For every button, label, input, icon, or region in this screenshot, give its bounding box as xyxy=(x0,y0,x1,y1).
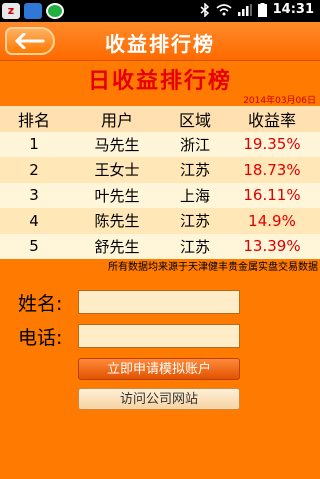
z-app-icon: z xyxy=(2,3,20,19)
table-row: 3 叶先生 上海 16.11% xyxy=(0,182,320,208)
col-header-yield: 收益率 xyxy=(247,110,296,130)
table-row: 1 马先生 浙江 19.35% xyxy=(0,131,320,157)
visit-website-button[interactable]: 访问公司网站 xyxy=(78,388,240,410)
yield-cell: 14.9% xyxy=(248,211,296,230)
table-row: 4 陈先生 江苏 14.9% xyxy=(0,208,320,234)
phone-input[interactable] xyxy=(78,324,240,348)
rank-cell: 1 xyxy=(29,135,39,154)
user-cell: 马先生 xyxy=(94,135,140,154)
yield-cell: 13.39% xyxy=(243,237,301,256)
col-header-user: 用户 xyxy=(100,110,133,130)
status-bar: z 14:31 xyxy=(0,0,320,22)
chat-app-icon xyxy=(24,3,42,19)
green-app-icon xyxy=(46,3,64,19)
yield-cell: 19.35% xyxy=(243,135,301,154)
region-cell: 上海 xyxy=(179,186,210,205)
region-cell: 浙江 xyxy=(179,135,210,154)
table-row: 2 王女士 江苏 18.73% xyxy=(0,157,320,183)
ranking-table: 排名 用户 区域 收益率 1 马先生 浙江 19.35% 2 王女士 江苏 18… xyxy=(0,106,320,259)
wifi-icon xyxy=(216,3,232,15)
rank-cell: 4 xyxy=(29,211,39,230)
page-title: 收益排行榜 xyxy=(105,32,215,56)
user-cell: 叶先生 xyxy=(94,186,140,205)
ranking-date: 2014年03月06日 xyxy=(243,96,316,106)
table-header-row: 排名 用户 区域 收益率 xyxy=(0,106,320,132)
table-row: 5 舒先生 江苏 13.39% xyxy=(0,233,320,259)
bluetooth-icon xyxy=(200,2,209,17)
region-cell: 江苏 xyxy=(179,161,210,180)
yield-cell: 16.11% xyxy=(243,186,301,205)
title-bar: 收益排行榜 xyxy=(0,22,320,61)
region-cell: 江苏 xyxy=(179,237,210,256)
yield-cell: 18.73% xyxy=(243,160,301,179)
user-cell: 陈先生 xyxy=(94,212,140,231)
col-header-rank: 排名 xyxy=(17,110,50,130)
rank-cell: 3 xyxy=(29,186,39,205)
ranking-subtitle: 日收益排行榜 xyxy=(87,69,232,94)
clock: 14:31 xyxy=(272,2,314,17)
signal-icon xyxy=(237,3,252,16)
col-header-region: 区域 xyxy=(178,110,211,130)
phone-label: 电话: xyxy=(18,327,63,349)
battery-icon xyxy=(257,2,267,17)
data-source-note: 所有数据均来源于天津健丰贵金属实盘交易数据 xyxy=(108,262,318,273)
apply-demo-account-button[interactable]: 立即申请模拟账户 xyxy=(78,358,240,380)
user-cell: 王女士 xyxy=(94,161,140,180)
region-cell: 江苏 xyxy=(179,212,210,231)
rank-cell: 2 xyxy=(29,160,39,179)
name-input[interactable] xyxy=(78,290,240,314)
user-cell: 舒先生 xyxy=(94,237,140,256)
rank-cell: 5 xyxy=(29,237,39,256)
name-label: 姓名: xyxy=(18,293,63,315)
